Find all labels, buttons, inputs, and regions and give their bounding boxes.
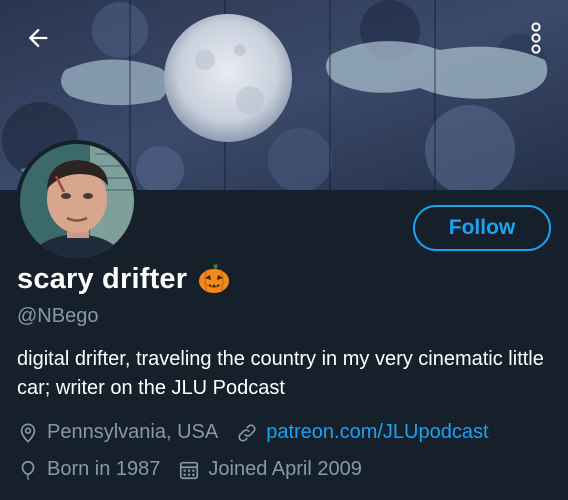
arrow-left-icon [28,28,48,48]
website-item[interactable]: patreon.com/JLUpodcast [236,421,489,444]
location-item: Pennsylvania, USA [17,421,218,444]
birth-item: Born in 1987 [17,458,160,481]
link-icon [236,422,258,444]
back-button[interactable] [14,14,62,62]
profile-avatar[interactable] [16,140,138,262]
user-handle: @NBego [17,305,99,327]
joined-item: Joined April 2009 [178,458,362,481]
profile-meta-row-2: Born in 1987 Joined April 2009 [17,458,380,481]
more-options-button[interactable] [512,14,560,62]
profile-meta-row-1: Pennsylvania, USA patreon.com/JLUpodcast [17,421,507,444]
profile-bio: digital drifter, traveling the country i… [17,348,544,399]
calendar-icon [178,459,200,481]
location-pin-icon [17,422,39,444]
location-text: Pennsylvania, USA [47,421,219,443]
jack-o-lantern-icon [197,262,231,296]
more-vertical-icon [531,22,541,54]
follow-button[interactable]: Follow [413,205,551,251]
website-link[interactable]: patreon.com/JLUpodcast [266,421,488,444]
avatar-image [20,144,134,258]
balloon-icon [17,459,39,481]
display-name: scary drifter [17,262,188,295]
joined-text: Joined April 2009 [208,458,362,480]
profile-name-row: scary drifter [17,259,231,299]
birth-text: Born in 1987 [47,458,161,480]
follow-button-label: Follow [448,216,516,239]
